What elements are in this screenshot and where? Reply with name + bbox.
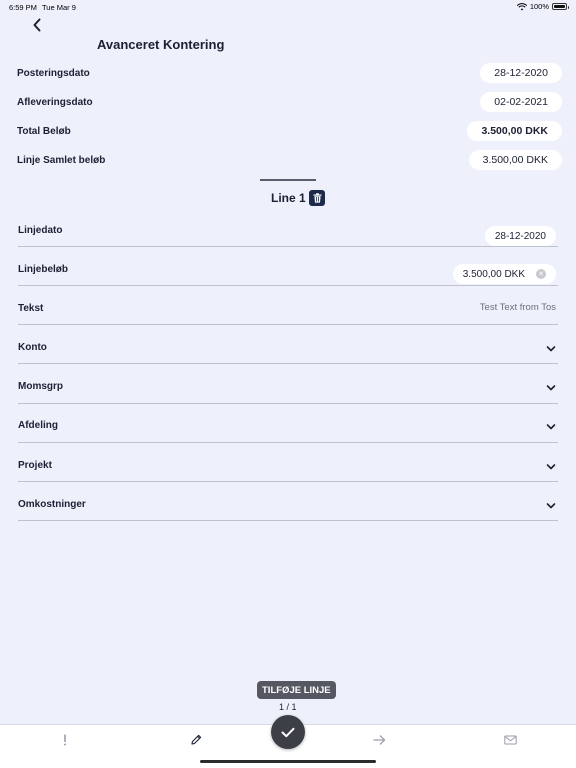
delivery-date-row: Afleveringsdato 02-02-2021 <box>17 91 562 113</box>
costs-label: Omkostninger <box>18 499 86 510</box>
delivery-date-value[interactable]: 02-02-2021 <box>480 92 562 112</box>
chevron-down-icon <box>546 464 556 470</box>
pencil-icon <box>191 734 202 745</box>
text-label: Tekst <box>18 303 44 314</box>
department-label: Afdeling <box>18 420 58 431</box>
battery-percent: 100% <box>529 2 549 11</box>
line-amount-value: 3.500,00 DKK <box>462 268 525 280</box>
account-label: Konto <box>18 342 47 353</box>
battery-icon <box>552 3 569 10</box>
chevron-left-icon <box>33 18 41 32</box>
vat-group-dropdown[interactable]: Momsgrp <box>18 364 558 404</box>
line-amount-input[interactable]: 3.500,00 DKK ✕ <box>452 264 556 284</box>
line-date-field[interactable]: Linjedato 28-12-2020 <box>18 207 558 247</box>
line-total-row: Linje Samlet beløb 3.500,00 DKK <box>17 149 562 171</box>
line-title: Line 1 <box>271 191 306 205</box>
status-right: 100% <box>516 2 569 11</box>
chevron-down-icon <box>546 424 556 430</box>
line-date-label: Linjedato <box>18 225 63 236</box>
total-amount-label: Total Beløb <box>17 125 71 137</box>
line-total-label: Linje Samlet beløb <box>17 154 106 166</box>
department-dropdown[interactable]: Afdeling <box>18 403 558 443</box>
wifi-icon <box>516 2 527 10</box>
page-indicator: 1 / 1 <box>279 702 297 712</box>
warning-tab[interactable] <box>55 731 75 749</box>
home-indicator <box>200 760 376 763</box>
arrow-right-icon <box>372 735 385 745</box>
project-label: Projekt <box>18 460 52 471</box>
exclamation-icon <box>64 734 66 746</box>
chevron-down-icon <box>546 503 556 509</box>
text-value[interactable]: Test Text from Tos <box>480 302 556 313</box>
posting-date-row: Posteringsdato 28-12-2020 <box>17 62 562 84</box>
posting-date-label: Posteringsdato <box>17 67 90 79</box>
chevron-down-icon <box>546 385 556 391</box>
edit-tab[interactable] <box>186 731 206 749</box>
text-field[interactable]: Tekst Test Text from Tos <box>18 285 558 325</box>
costs-dropdown[interactable]: Omkostninger <box>18 481 558 521</box>
line-amount-label: Linjebeløb <box>18 264 68 275</box>
posting-date-value[interactable]: 28-12-2020 <box>480 63 562 83</box>
checkmark-icon <box>281 727 295 737</box>
mail-tab[interactable] <box>500 731 520 749</box>
confirm-button[interactable] <box>271 715 305 749</box>
forward-tab[interactable] <box>369 731 389 749</box>
project-dropdown[interactable]: Projekt <box>18 442 558 482</box>
line-date-value[interactable]: 28-12-2020 <box>484 226 556 246</box>
mail-icon <box>503 735 517 745</box>
trash-icon <box>313 193 321 203</box>
account-dropdown[interactable]: Konto <box>18 324 558 364</box>
line-amount-field[interactable]: Linjebeløb 3.500,00 DKK ✕ <box>18 246 558 286</box>
delete-line-button[interactable] <box>309 190 325 206</box>
back-button[interactable] <box>28 16 46 34</box>
delivery-date-label: Afleveringsdato <box>17 96 93 108</box>
total-amount-value: 3.500,00 DKK <box>467 121 562 141</box>
add-line-button[interactable]: TILFØJE LINJE <box>257 681 336 699</box>
status-time: 6:59 PM <box>9 3 37 12</box>
line-total-value: 3.500,00 DKK <box>468 150 562 170</box>
vat-group-label: Momsgrp <box>18 381 63 392</box>
page-title: Avanceret Kontering <box>97 37 225 52</box>
clear-icon[interactable]: ✕ <box>536 269 546 279</box>
total-amount-row: Total Beløb 3.500,00 DKK <box>17 120 562 142</box>
status-date: Tue Mar 9 <box>42 3 76 12</box>
status-bar: 6:59 PM Tue Mar 9 100% <box>0 0 576 14</box>
section-divider <box>260 179 316 181</box>
chevron-down-icon <box>546 346 556 352</box>
